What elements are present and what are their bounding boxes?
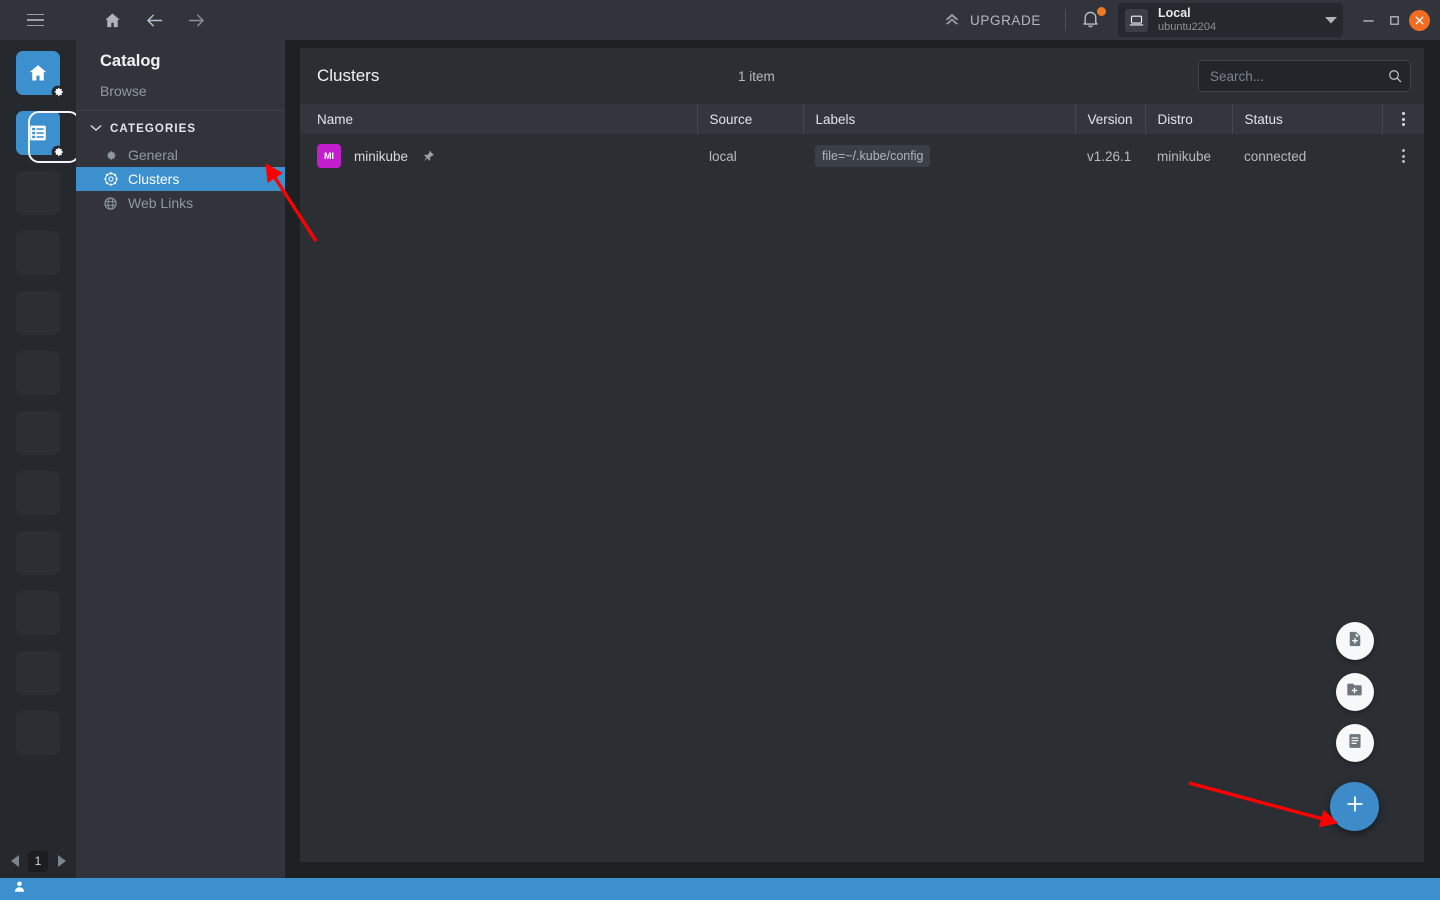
rail-item-placeholder-6[interactable] [16, 471, 60, 515]
cell-version: v1.26.1 [1087, 148, 1132, 164]
cell-row-menu[interactable] [1382, 134, 1424, 178]
column-header-source[interactable]: Source [696, 104, 803, 134]
kebab-menu-icon[interactable] [1395, 112, 1413, 126]
sidebar-item-label: General [128, 147, 178, 163]
cell-labels: file=~/.kube/config [803, 134, 1075, 178]
rail-item-placeholder-10[interactable] [16, 711, 60, 755]
chevron-down-icon [90, 123, 102, 135]
clusters-table: Name Source Labels Version Distro Status… [300, 104, 1424, 178]
rail-item-catalog[interactable] [16, 111, 80, 163]
rail-item-placeholder-4[interactable] [16, 351, 60, 395]
triangle-left-icon[interactable] [6, 852, 24, 870]
title-bar: UPGRADE Local ubuntu2204 [0, 0, 1440, 40]
column-header-labels[interactable]: Labels [802, 104, 1075, 134]
add-cluster-button[interactable] [1330, 782, 1379, 831]
search-icon[interactable] [1387, 68, 1403, 84]
close-icon[interactable] [1409, 9, 1430, 31]
sidebar-item-label: Clusters [128, 171, 180, 187]
home-icon[interactable] [100, 8, 124, 32]
laptop-icon [1125, 8, 1148, 32]
globe-icon [102, 195, 119, 212]
avatar: MI [317, 144, 341, 168]
rail-item-placeholder-2[interactable] [16, 231, 60, 275]
action-button-stack [1330, 622, 1379, 831]
triangle-right-icon[interactable] [52, 852, 70, 870]
notification-badge [1097, 7, 1106, 16]
folder-plus-icon [1345, 680, 1364, 704]
divider [1065, 9, 1066, 31]
chevrons-up-icon [943, 10, 961, 31]
rail-item-home[interactable] [16, 51, 64, 98]
window-controls [1357, 9, 1430, 31]
kebab-menu-icon[interactable] [1394, 149, 1412, 163]
maximize-icon[interactable] [1383, 9, 1405, 31]
upgrade-label: UPGRADE [970, 12, 1041, 28]
cluster-picker-name: Local [1158, 6, 1191, 21]
pin-icon[interactable] [421, 149, 436, 164]
cell-distro: minikube [1157, 148, 1212, 164]
rail-item-placeholder-7[interactable] [16, 531, 60, 575]
page-title: Catalog [100, 52, 161, 70]
rail-item-placeholder-9[interactable] [16, 651, 60, 695]
column-header-status[interactable]: Status [1231, 104, 1382, 134]
plus-icon [1344, 793, 1366, 820]
chevron-down-icon[interactable] [1309, 11, 1337, 29]
sidebar-categories-header[interactable]: CATEGORIES [76, 111, 285, 143]
cell-name[interactable]: MI minikube [300, 134, 697, 178]
upgrade-button[interactable]: UPGRADE [937, 10, 1047, 31]
table-header-row: Name Source Labels Version Distro Status [300, 104, 1424, 134]
bell-icon[interactable] [1080, 7, 1106, 32]
catalog-main-panel: Clusters 1 item Name Source Labels Versi… [300, 48, 1424, 862]
sidebar-item-web-links[interactable]: Web Links [76, 191, 285, 215]
file-plus-icon [1346, 630, 1364, 653]
cluster-picker-subtitle: ubuntu2204 [1158, 20, 1217, 33]
label-chip[interactable]: file=~/.kube/config [815, 145, 931, 167]
gear-icon [102, 147, 119, 164]
rail-item-placeholder-5[interactable] [16, 411, 60, 455]
workspace-icon-rail: 1 [0, 40, 80, 878]
arrow-left-icon[interactable] [142, 8, 166, 32]
gear-icon[interactable] [50, 144, 65, 159]
column-header-name[interactable]: Name [300, 104, 697, 134]
pagination-page[interactable]: 1 [28, 850, 48, 872]
user-icon[interactable] [12, 879, 27, 899]
rail-item-placeholder-1[interactable] [16, 171, 60, 215]
sidebar-item-general[interactable]: General [76, 143, 285, 167]
title-bar-right: UPGRADE Local ubuntu2204 [937, 0, 1440, 40]
arrow-right-icon[interactable] [184, 8, 208, 32]
rail-pagination: 1 [0, 844, 76, 878]
search-field[interactable] [1210, 68, 1387, 84]
add-from-text-button[interactable] [1335, 724, 1374, 762]
catalog-sidebar: Catalog Browse CATEGORIES General Cluste… [76, 40, 285, 878]
item-count: 1 item [738, 68, 775, 84]
status-bar [0, 878, 1440, 900]
cluster-name: minikube [354, 148, 409, 164]
column-header-distro[interactable]: Distro [1144, 104, 1232, 134]
lens-app-window: UPGRADE Local ubuntu2204 1 Catalog Brows… [0, 0, 1440, 900]
sidebar-item-browse[interactable]: Browse [76, 71, 285, 110]
hamburger-menu-icon[interactable] [18, 3, 52, 37]
document-text-icon [1346, 732, 1364, 755]
rail-item-placeholder-3[interactable] [16, 291, 60, 335]
rail-item-placeholder-8[interactable] [16, 591, 60, 635]
status-badge: connected [1244, 148, 1307, 164]
cluster-picker[interactable]: Local ubuntu2204 [1118, 3, 1343, 37]
sidebar-item-label: Web Links [128, 195, 194, 211]
sidebar-item-clusters[interactable]: Clusters [76, 167, 285, 191]
main-header: Clusters 1 item [300, 48, 1424, 104]
cell-source: local [709, 148, 737, 164]
navigation-controls [100, 8, 208, 32]
add-from-kubeconfig-button[interactable] [1335, 622, 1374, 660]
search-input[interactable] [1198, 60, 1411, 92]
add-from-folder-button[interactable] [1335, 673, 1374, 711]
gear-icon[interactable] [50, 84, 65, 99]
sidebar-categories-label: CATEGORIES [110, 123, 197, 135]
helm-wheel-icon [102, 171, 119, 188]
minimize-icon[interactable] [1357, 9, 1379, 31]
table-row[interactable]: MI minikube local file=~/.kube/config v1… [300, 134, 1424, 178]
column-header-menu[interactable] [1381, 104, 1424, 134]
column-header-version[interactable]: Version [1074, 104, 1145, 134]
catalog-title: Clusters [317, 66, 380, 85]
